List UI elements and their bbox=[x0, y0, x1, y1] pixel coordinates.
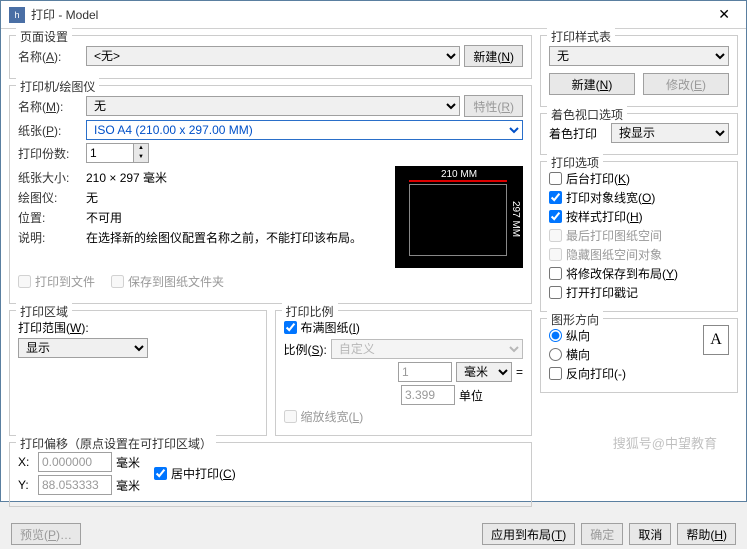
paper-select[interactable]: ISO A4 (210.00 x 297.00 MM) bbox=[86, 120, 523, 140]
printer-props-button: 特性(R) bbox=[464, 95, 523, 117]
opt-bg-checkbox[interactable]: 后台打印(K) bbox=[549, 170, 729, 187]
printer-group: 打印机/绘图仪 名称(M): 无 特性(R) 纸张(P): ISO A4 (21… bbox=[9, 85, 532, 304]
window-title: 打印 - Model bbox=[31, 6, 710, 23]
shade-group: 着色视口选项 着色打印按显示 bbox=[540, 113, 738, 155]
scale-ratio-select: 自定义 bbox=[331, 339, 523, 359]
style-new-button[interactable]: 新建(N) bbox=[549, 73, 635, 95]
opt-savelayout-checkbox[interactable]: 将修改保存到布局(Y) bbox=[549, 265, 729, 282]
unit-label: 单位 bbox=[459, 387, 523, 404]
save-to-folder-checkbox: 保存到图纸文件夹 bbox=[111, 273, 224, 290]
pagesetup-new-button[interactable]: 新建(N) bbox=[464, 45, 523, 67]
print-area-group: 打印区域 打印范围(W): 显示 bbox=[9, 310, 267, 436]
paper-preview: 210 MM 297 MM bbox=[395, 166, 523, 268]
opt-style-checkbox[interactable]: 按样式打印(H) bbox=[549, 208, 729, 225]
print-to-file-checkbox: 打印到文件 bbox=[18, 273, 95, 290]
shade-label: 着色打印 bbox=[549, 125, 597, 142]
style-table-group: 打印样式表 无 新建(N) 修改(E) bbox=[540, 35, 738, 107]
style-table-legend: 打印样式表 bbox=[547, 28, 615, 45]
print-offset-group: 打印偏移（原点设置在可打印区域） X:毫米 Y:毫米 居中打印(C) bbox=[9, 442, 532, 507]
opt-lastspace-checkbox: 最后打印图纸空间 bbox=[549, 227, 729, 244]
print-scale-group: 打印比例 布满图纸(I) 比例(S):自定义 毫米= 单位 缩放线宽(L) bbox=[275, 310, 533, 436]
scale-lineweight-checkbox: 缩放线宽(L) bbox=[284, 408, 524, 425]
close-icon[interactable]: ✕ bbox=[710, 4, 738, 25]
scale-denom-input bbox=[401, 385, 455, 405]
offset-y-label: Y: bbox=[18, 478, 34, 492]
location-value: 不可用 bbox=[86, 209, 122, 226]
style-table-select[interactable]: 无 bbox=[549, 46, 729, 66]
print-options-legend: 打印选项 bbox=[547, 154, 603, 171]
opt-lw-checkbox[interactable]: 打印对象线宽(O) bbox=[549, 189, 729, 206]
offset-y-input bbox=[38, 475, 112, 495]
print-range-label: 打印范围(W): bbox=[18, 319, 258, 336]
ok-button: 确定 bbox=[581, 523, 623, 545]
scale-ratio-label: 比例(S): bbox=[284, 341, 327, 358]
page-setup-group: 页面设置 名称(A): <无> 新建(N) bbox=[9, 35, 532, 79]
pagesetup-name-select[interactable]: <无> bbox=[86, 46, 460, 66]
help-button[interactable]: 帮助(H) bbox=[677, 523, 736, 545]
print-options-group: 打印选项 后台打印(K) 打印对象线宽(O) 按样式打印(H) 最后打印图纸空间… bbox=[540, 161, 738, 312]
preview-button: 预览(P)… bbox=[11, 523, 81, 545]
preview-height-label: 297 MM bbox=[510, 201, 521, 237]
copies-label: 打印份数: bbox=[18, 145, 82, 162]
offset-x-input bbox=[38, 452, 112, 472]
papersize-label: 纸张大小: bbox=[18, 169, 82, 186]
plotter-value: 无 bbox=[86, 189, 98, 206]
orient-reverse-checkbox[interactable]: 反向打印(-) bbox=[549, 365, 703, 382]
scale-unit-select[interactable]: 毫米 bbox=[456, 362, 512, 382]
print-area-legend: 打印区域 bbox=[16, 303, 72, 320]
printer-name-select[interactable]: 无 bbox=[86, 96, 460, 116]
shade-legend: 着色视口选项 bbox=[547, 106, 627, 123]
center-print-checkbox[interactable]: 居中打印(C) bbox=[154, 465, 236, 482]
desc-value: 在选择新的绘图仪配置名称之前，不能打印该布局。 bbox=[86, 229, 362, 246]
apply-layout-button[interactable]: 应用到布局(T) bbox=[482, 523, 575, 545]
printer-name-label: 名称(M): bbox=[18, 98, 82, 115]
style-edit-button: 修改(E) bbox=[643, 73, 729, 95]
opt-hidespace-checkbox: 隐藏图纸空间对象 bbox=[549, 246, 729, 263]
print-range-select[interactable]: 显示 bbox=[18, 338, 148, 358]
offset-x-label: X: bbox=[18, 455, 34, 469]
paper-label: 纸张(P): bbox=[18, 122, 82, 139]
orient-landscape-radio[interactable]: 横向 bbox=[549, 346, 703, 363]
fit-paper-checkbox[interactable]: 布满图纸(I) bbox=[284, 319, 524, 336]
print-scale-legend: 打印比例 bbox=[282, 303, 338, 320]
shade-select[interactable]: 按显示 bbox=[611, 123, 729, 143]
equals-label: = bbox=[516, 365, 523, 379]
orientation-group: 图形方向 纵向 横向 反向打印(-) A bbox=[540, 318, 738, 393]
opt-stamp-checkbox[interactable]: 打开打印戳记 bbox=[549, 284, 729, 301]
plotter-label: 绘图仪: bbox=[18, 189, 82, 206]
preview-width-label: 210 MM bbox=[395, 169, 523, 180]
page-setup-legend: 页面设置 bbox=[16, 28, 72, 45]
offset-x-unit: 毫米 bbox=[116, 454, 140, 471]
orientation-legend: 图形方向 bbox=[547, 311, 603, 328]
printer-legend: 打印机/绘图仪 bbox=[16, 78, 99, 95]
print-offset-legend: 打印偏移（原点设置在可打印区域） bbox=[16, 435, 216, 452]
copies-stepper[interactable]: ▲▼ bbox=[86, 143, 149, 163]
cancel-button[interactable]: 取消 bbox=[629, 523, 671, 545]
app-icon: h bbox=[9, 7, 25, 23]
papersize-value: 210 × 297 毫米 bbox=[86, 169, 167, 186]
desc-label: 说明: bbox=[18, 229, 82, 246]
orient-portrait-radio[interactable]: 纵向 bbox=[549, 327, 703, 344]
offset-y-unit: 毫米 bbox=[116, 477, 140, 494]
scale-num-input bbox=[398, 362, 452, 382]
orientation-icon: A bbox=[703, 325, 729, 355]
pagesetup-name-label: 名称(A): bbox=[18, 48, 82, 65]
location-label: 位置: bbox=[18, 209, 82, 226]
